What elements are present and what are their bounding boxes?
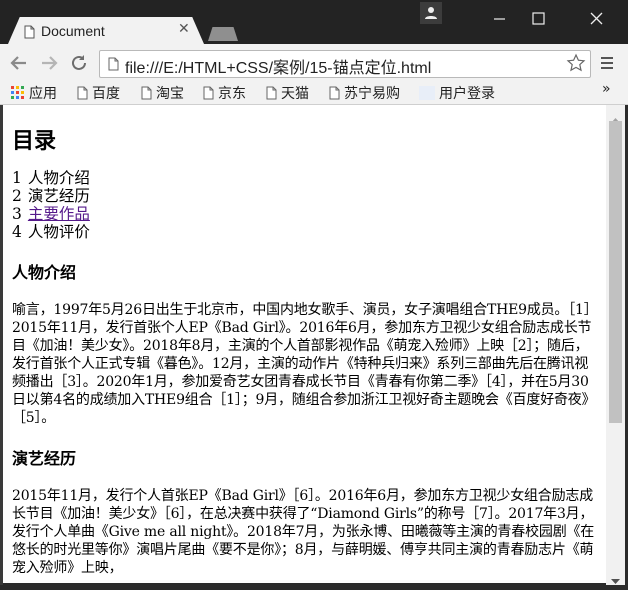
toc-link-intro[interactable]: 人物介绍 xyxy=(28,169,90,187)
toc-link-works[interactable]: 主要作品 xyxy=(28,205,90,223)
folder-page-icon xyxy=(141,86,152,100)
bookmark-apps[interactable]: 应用 xyxy=(11,83,57,103)
bookmark-suning[interactable]: 苏宁易购 xyxy=(329,83,400,103)
bookmark-taobao[interactable]: 淘宝 xyxy=(141,83,184,103)
toc-number: 2 xyxy=(12,187,22,205)
bookmark-label: 淘宝 xyxy=(156,86,184,102)
bookmark-jd[interactable]: 京东 xyxy=(203,83,246,103)
toc-number: 1 xyxy=(12,169,22,187)
section-title-career: 演艺经历 xyxy=(12,449,77,468)
url-text[interactable]: file:///E:/HTML+CSS/案例/15-锚点定位.html xyxy=(125,54,431,78)
toc-number: 3 xyxy=(12,205,22,223)
page-icon xyxy=(108,56,119,75)
new-tab-button[interactable] xyxy=(208,27,238,41)
arrow-left-icon xyxy=(10,56,26,70)
apps-grid-icon xyxy=(11,86,24,99)
maximize-button[interactable] xyxy=(518,5,562,33)
forward-button[interactable] xyxy=(38,52,60,74)
maximize-icon xyxy=(532,12,545,25)
vertical-scrollbar[interactable] xyxy=(606,105,625,585)
bookmark-label: 京东 xyxy=(218,86,246,102)
arrow-right-icon xyxy=(42,56,58,70)
scrollbar-thumb[interactable] xyxy=(609,121,622,423)
browser-menu-button[interactable] xyxy=(598,53,616,73)
page-heading: 目录 xyxy=(12,128,57,154)
bookmark-user-login[interactable]: 用户登录 xyxy=(419,83,495,103)
toc-link-career[interactable]: 演艺经历 xyxy=(28,187,90,205)
folder-page-icon xyxy=(203,86,214,100)
reload-icon xyxy=(72,55,86,70)
folder-page-icon xyxy=(329,86,340,100)
minimize-button[interactable] xyxy=(478,5,522,33)
tab-title: Document xyxy=(41,23,105,39)
toc-item: 4 人物评价 xyxy=(12,223,597,241)
folder-page-icon xyxy=(266,86,277,100)
tab-close-icon[interactable]: ✕ xyxy=(178,21,190,37)
toc-item: 1 人物介绍 xyxy=(12,169,597,187)
close-window-button[interactable] xyxy=(575,5,619,33)
table-of-contents: 1 人物介绍 2 演艺经历 3 主要作品 4 人物评价 xyxy=(12,169,597,241)
user-icon xyxy=(425,7,437,19)
toc-item: 3 主要作品 xyxy=(12,205,597,223)
bookmark-label: 用户登录 xyxy=(439,86,495,102)
bookmark-label: 苏宁易购 xyxy=(344,86,400,102)
browser-tab[interactable]: Document ✕ xyxy=(8,17,204,44)
scroll-down-arrow-icon[interactable] xyxy=(610,571,621,590)
bookmark-star-icon[interactable] xyxy=(566,53,586,77)
toc-link-reviews[interactable]: 人物评价 xyxy=(28,223,90,241)
bookmark-label: 百度 xyxy=(92,86,120,102)
title-bar: Document ✕ xyxy=(0,0,628,44)
bookmark-baidu[interactable]: 百度 xyxy=(77,83,120,103)
back-button[interactable] xyxy=(8,52,30,74)
toc-number: 4 xyxy=(12,223,22,241)
section-text-career: 2015年11月，发行个人首张EP《Bad Girl》［6］。2016年6月，参… xyxy=(12,488,595,576)
bookmark-label: 天猫 xyxy=(281,86,309,102)
document-icon xyxy=(24,24,35,43)
bookmarks-bar: 应用 百度 淘宝 京东 天猫 苏宁易购 用户登录 » xyxy=(0,80,628,105)
reload-button[interactable] xyxy=(68,52,90,74)
close-icon xyxy=(590,12,603,25)
section-text-intro: 喻言，1997年5月26日出生于北京市，中国内地女歌手、演员，女子演唱组合THE… xyxy=(12,302,596,426)
blank-favicon xyxy=(419,86,435,100)
address-bar[interactable]: file:///E:/HTML+CSS/案例/15-锚点定位.html xyxy=(99,50,591,78)
user-profile-button[interactable] xyxy=(420,2,442,24)
page-viewport: 目录 1 人物介绍 2 演艺经历 3 主要作品 4 人物评价 人物介绍 喻言，1997年… xyxy=(3,105,606,583)
bookmark-tmall[interactable]: 天猫 xyxy=(266,83,309,103)
page-content: 目录 1 人物介绍 2 演艺经历 3 主要作品 4 人物评价 人物介绍 喻言，1997年… xyxy=(3,123,606,577)
browser-toolbar: file:///E:/HTML+CSS/案例/15-锚点定位.html xyxy=(0,44,628,80)
toc-item: 2 演艺经历 xyxy=(12,187,597,205)
section-title-intro: 人物介绍 xyxy=(12,263,77,282)
hamburger-menu-icon xyxy=(601,57,613,69)
bookmark-label: 应用 xyxy=(29,86,57,102)
minimize-icon xyxy=(494,18,505,20)
bookmarks-overflow-button[interactable]: » xyxy=(602,81,611,97)
folder-page-icon xyxy=(77,86,88,100)
